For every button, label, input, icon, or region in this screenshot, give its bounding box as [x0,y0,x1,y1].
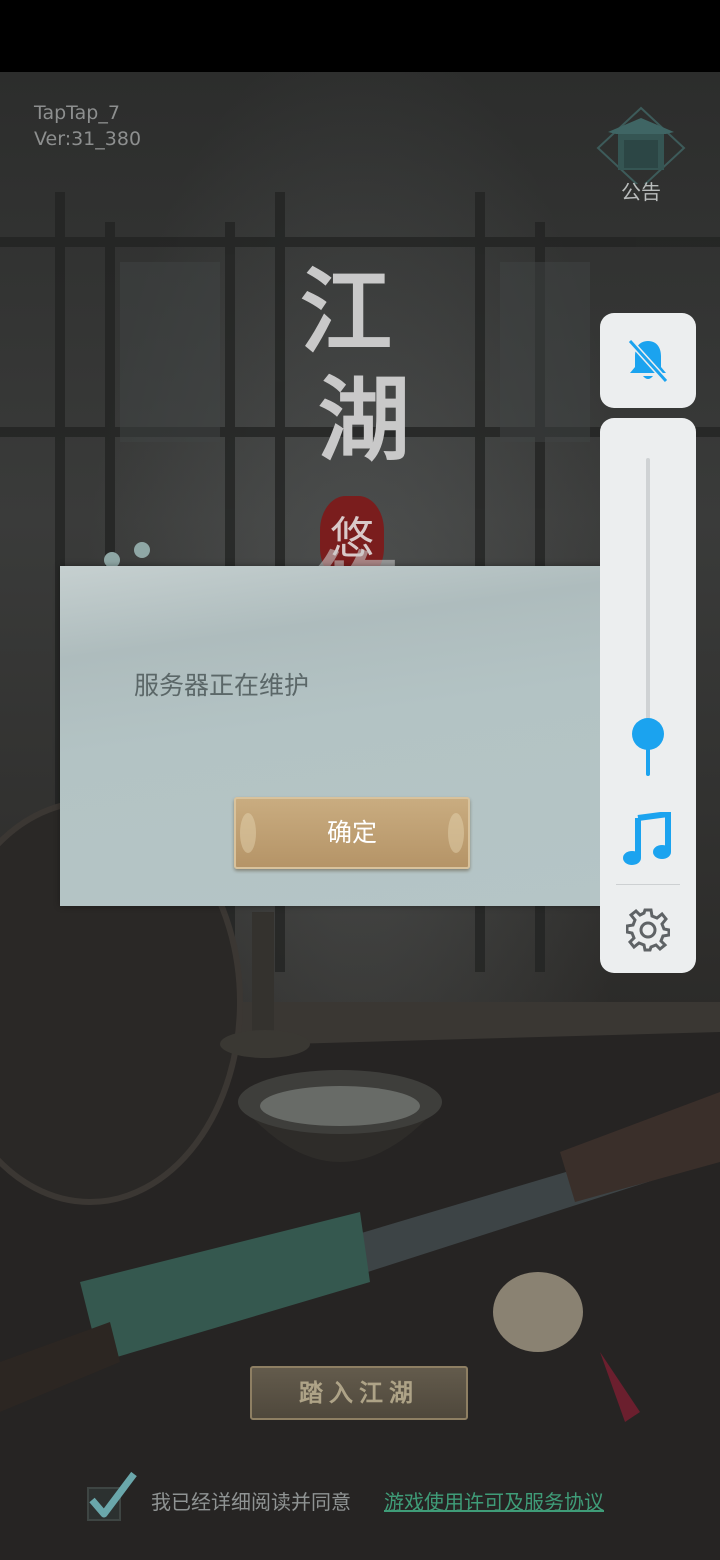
bell-off-icon [627,338,669,383]
notice-button[interactable]: 公告 [594,104,688,204]
status-bar [0,0,720,72]
music-note-icon [623,810,671,865]
agreement-row: 我已经详细阅读并同意 游戏使用许可及服务协议 [86,1470,706,1530]
title-char: 湖 [318,366,411,474]
dialog-message: 服务器正在维护 [134,671,310,700]
pavilion-icon [596,106,686,190]
music-button[interactable] [622,810,674,868]
ornament-left [240,813,256,853]
confirm-button[interactable]: 确定 [234,797,470,869]
checkmark-icon [87,1471,137,1521]
confirm-label: 确定 [326,818,377,847]
agreement-link[interactable]: 游戏使用许可及服务协议 [384,1486,604,1515]
gear-icon [625,908,671,952]
version-channel: TapTap_7 [34,102,120,124]
panel-divider [616,884,680,885]
version-info: TapTap_7 Ver:31_380 [34,100,141,152]
agreement-text: 我已经详细阅读并同意 [151,1490,351,1514]
maintenance-dialog: 服务器正在维护 确定 [60,566,662,906]
volume-slider-thumb[interactable] [632,718,664,750]
mute-button[interactable] [600,313,696,408]
version-number: Ver:31_380 [34,128,142,150]
settings-button[interactable] [625,908,671,952]
ornament-right [448,813,464,853]
agreement-checkbox[interactable] [86,1470,138,1522]
enter-game-button[interactable]: 踏入江湖 [250,1366,468,1420]
media-control-panel [600,418,696,973]
notice-label: 公告 [621,180,661,204]
